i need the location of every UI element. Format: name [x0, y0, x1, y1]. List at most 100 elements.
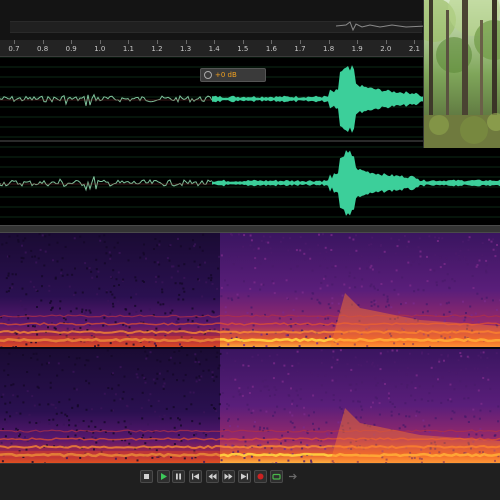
- spectral-noise-cell: [329, 335, 332, 338]
- spectral-noise-cell: [289, 420, 292, 423]
- volume-hud[interactable]: +0 dB: [200, 68, 266, 82]
- spectral-noise-cell: [275, 388, 278, 391]
- spectral-noise-cell: [263, 427, 265, 430]
- spectral-noise-cell: [320, 362, 323, 364]
- fast-forward-button[interactable]: [222, 470, 235, 483]
- spectral-noise-cell: [350, 368, 353, 371]
- spectral-noise-cell: [144, 442, 147, 445]
- spectral-noise-cell: [252, 409, 255, 412]
- spectral-noise-cell: [481, 254, 484, 257]
- spectral-noise-cell: [341, 294, 344, 297]
- spectral-low-band: [0, 336, 220, 342]
- spectral-noise-cell: [419, 250, 422, 253]
- spectral-noise-cell: [354, 388, 357, 391]
- spectral-noise-cell: [112, 432, 115, 435]
- spectral-noise-cell: [267, 389, 270, 391]
- spectral-noise-cell: [186, 354, 189, 357]
- spectral-noise-cell: [413, 290, 416, 293]
- volume-knob-icon[interactable]: [204, 71, 212, 79]
- spectral-noise-cell: [183, 276, 186, 279]
- spectral-noise-cell: [479, 409, 482, 412]
- spectral-noise-cell: [447, 354, 450, 357]
- spectral-noise-cell: [49, 301, 52, 304]
- spectral-noise-cell: [468, 433, 470, 436]
- spectral-noise-cell: [32, 352, 35, 355]
- spectral-noise-cell: [202, 369, 205, 372]
- spectral-noise-cell: [124, 426, 127, 429]
- skip-to-end-button[interactable]: [238, 470, 251, 483]
- spectral-noise-cell: [455, 372, 458, 375]
- spectral-channel-right[interactable]: [0, 349, 500, 464]
- spectral-noise-cell: [481, 242, 484, 245]
- spectral-noise-cell: [169, 311, 172, 314]
- spectral-noise-cell: [179, 282, 182, 285]
- spectral-noise-cell: [360, 255, 363, 258]
- spectral-noise-cell: [495, 352, 498, 355]
- spectral-noise-cell: [273, 386, 276, 389]
- spectral-noise-cell: [105, 246, 108, 249]
- skip-selection-button[interactable]: [286, 470, 299, 483]
- skip-to-start-button[interactable]: [189, 470, 202, 483]
- record-button[interactable]: [254, 470, 267, 483]
- spectral-noise-cell: [434, 366, 437, 369]
- spectral-noise-cell: [488, 238, 491, 241]
- loop-button[interactable]: [270, 470, 283, 483]
- waveform-trace-selected: [212, 150, 500, 216]
- spectral-noise-cell: [427, 353, 430, 355]
- play-button[interactable]: [157, 470, 170, 483]
- spectral-noise-cell: [409, 284, 412, 287]
- spectral-noise-cell: [395, 269, 398, 272]
- rewind-button[interactable]: [206, 470, 219, 483]
- spectral-noise-cell: [438, 237, 440, 240]
- spectral-noise-cell: [266, 385, 269, 388]
- spectral-noise-cell: [178, 349, 181, 352]
- spectral-noise-cell: [304, 258, 307, 261]
- spectral-noise-cell: [374, 396, 377, 399]
- stop-button[interactable]: [140, 470, 153, 483]
- spectral-noise-cell: [473, 383, 476, 386]
- spectral-noise-cell: [377, 305, 380, 308]
- spectral-noise-cell: [446, 273, 449, 276]
- spectral-noise-cell: [496, 244, 498, 246]
- pause-icon: [176, 473, 181, 480]
- spectral-noise-cell: [10, 384, 13, 387]
- spectral-noise-cell: [301, 291, 304, 294]
- panel-divider[interactable]: [0, 225, 500, 233]
- spectral-noise-cell: [172, 373, 175, 376]
- ruler-tick-label: 1.5: [237, 45, 249, 53]
- spectral-noise-cell: [135, 373, 138, 376]
- spectral-noise-cell: [116, 241, 119, 244]
- spectral-noise-cell: [236, 293, 239, 296]
- spectral-noise-cell: [162, 388, 165, 390]
- spectral-noise-cell: [168, 359, 171, 362]
- spectral-frequency-display[interactable]: [0, 233, 500, 464]
- spectral-noise-cell: [370, 264, 373, 267]
- spectral-noise-cell: [393, 361, 396, 364]
- spectral-noise-cell: [148, 308, 151, 311]
- spectral-noise-cell: [183, 457, 186, 460]
- spectral-noise-cell: [59, 307, 61, 310]
- spectral-noise-cell: [171, 309, 174, 312]
- spectral-noise-cell: [390, 410, 393, 413]
- spectral-noise-cell: [12, 394, 15, 397]
- spectral-noise-cell: [414, 399, 417, 402]
- spectral-noise-cell: [330, 259, 333, 262]
- spectral-noise-cell: [122, 390, 125, 393]
- spectral-noise-cell: [443, 359, 445, 362]
- spectral-noise-cell: [281, 380, 284, 383]
- spectral-channel-left[interactable]: [0, 233, 500, 348]
- spectral-noise-cell: [373, 299, 376, 302]
- spectral-noise-cell: [162, 378, 165, 381]
- spectral-noise-cell: [370, 283, 373, 286]
- spectral-noise-cell: [72, 294, 75, 296]
- spectral-noise-cell: [177, 264, 180, 267]
- spectral-noise-cell: [168, 259, 171, 262]
- spectral-noise-cell: [201, 295, 204, 298]
- spectral-noise-cell: [262, 283, 265, 286]
- spectral-noise-cell: [318, 301, 321, 304]
- spectral-noise-cell: [79, 326, 82, 329]
- spectral-noise-cell: [271, 265, 274, 268]
- spectral-noise-cell: [422, 419, 425, 422]
- pause-button[interactable]: [172, 470, 185, 483]
- spectral-noise-cell: [197, 361, 200, 364]
